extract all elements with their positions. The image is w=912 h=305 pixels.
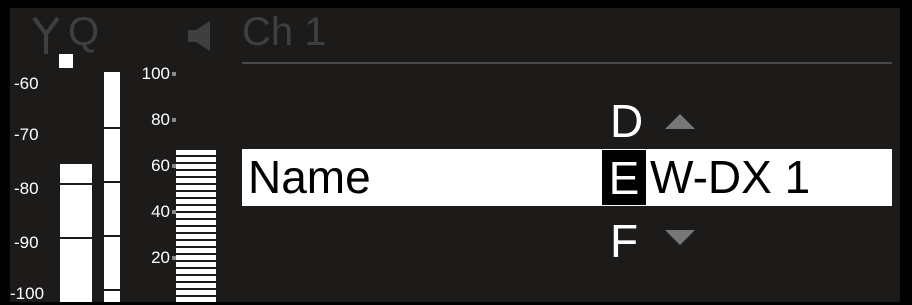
receiver-display: Q Ch 1 -60 -70 -80 -90 -100 100 80 60 40… [10,8,900,302]
next-char: F [610,215,639,267]
rf-tick-label: -100 [10,284,45,302]
channel-label: Ch 1 [242,10,327,54]
af-tick-mark [172,72,176,76]
rf-tick-label: -90 [14,233,39,252]
q-label: Q [68,10,100,54]
name-value[interactable]: W-DX 1 [650,148,810,206]
af-level-meter [176,150,216,302]
previous-char: D [610,95,644,147]
rf-tick-label: -80 [14,179,39,198]
cursor-char[interactable]: E [602,150,646,205]
af-tick-label: 20 [151,248,170,267]
arrow-up-icon[interactable] [665,114,695,129]
af-tick-label: 60 [151,156,170,175]
af-tick-label: 80 [151,110,170,129]
af-tick-mark [172,118,176,122]
rf-level-bar [60,164,92,302]
header-divider [242,62,892,64]
rf-tick-label: -60 [14,74,39,93]
rf-tick-label: -70 [14,125,39,144]
af-peak-bar [104,72,120,302]
rf-diversity-indicator [59,54,73,68]
name-field-label: Name [248,151,371,203]
antenna-icon [32,16,60,54]
af-tick-label: 100 [141,64,170,83]
af-tick-label: 40 [151,202,170,221]
arrow-down-icon[interactable] [665,230,695,245]
speaker-icon [188,21,210,51]
